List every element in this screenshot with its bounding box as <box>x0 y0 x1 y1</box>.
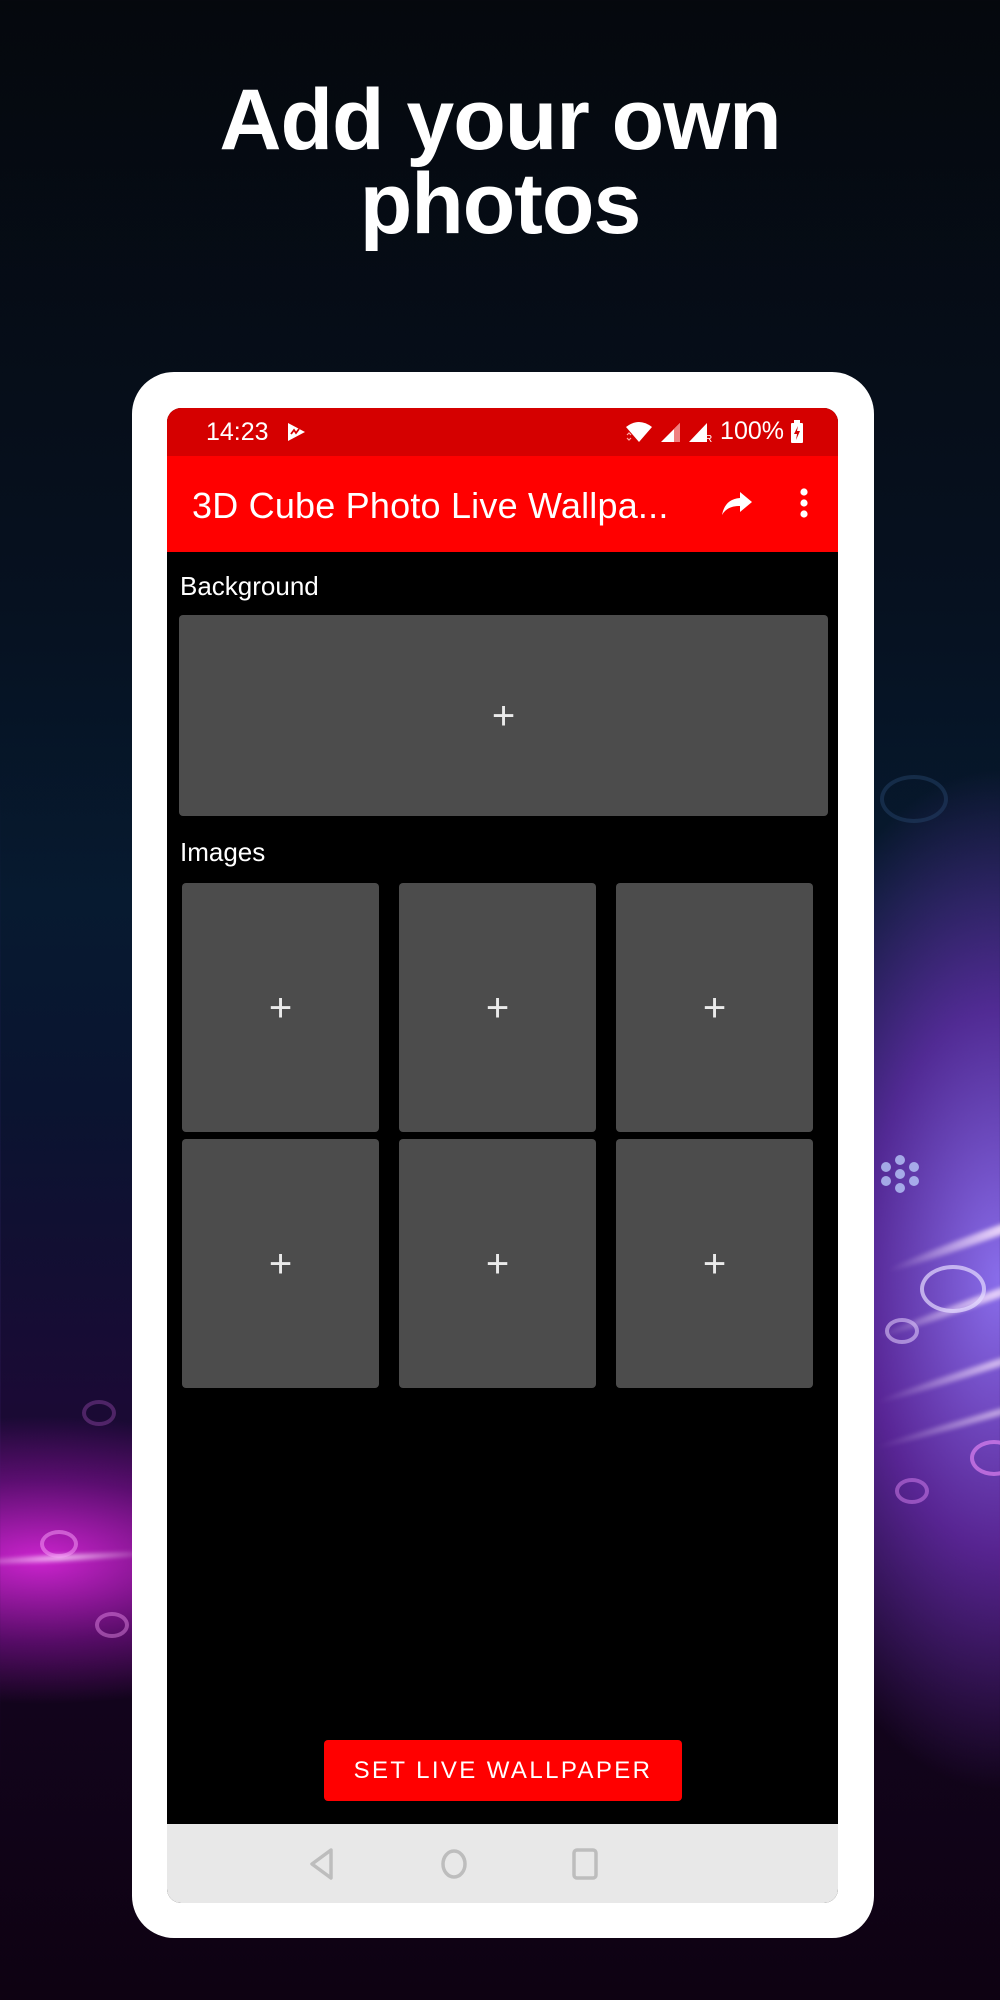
nav-home-button[interactable] <box>430 1840 478 1888</box>
signal-icon <box>661 422 681 442</box>
wifi-icon <box>626 421 653 442</box>
headline-line-2: photos <box>359 156 642 252</box>
images-section-label: Images <box>180 837 266 867</box>
app-bar: 3D Cube Photo Live Wallpa... <box>167 456 838 552</box>
light-streak <box>875 1247 1000 1342</box>
battery-percent: 100% <box>720 417 784 445</box>
plus-icon: + <box>485 1241 510 1286</box>
home-icon <box>441 1849 467 1879</box>
signal-roaming-icon: R <box>689 422 712 443</box>
back-icon <box>310 1848 333 1880</box>
share-icon <box>722 492 752 515</box>
plus-icon: + <box>702 985 727 1030</box>
nav-recents-button[interactable] <box>561 1840 609 1888</box>
headline: Add your own photos <box>0 72 1000 252</box>
plus-icon: + <box>268 985 293 1030</box>
decor-ring <box>920 1265 986 1313</box>
more-vert-icon <box>800 488 808 518</box>
recents-icon <box>572 1848 598 1880</box>
image-slot-3[interactable]: + <box>616 883 813 1132</box>
battery-charging-icon <box>791 419 803 443</box>
decor-ring <box>95 1612 129 1638</box>
background-section-label: Background <box>180 571 319 601</box>
image-slot-5[interactable]: + <box>399 1139 596 1388</box>
app-title: 3D Cube Photo Live Wallpa... <box>192 485 669 526</box>
status-bar: 14:23 R 100% <box>167 408 838 456</box>
flower-decoration <box>881 1155 919 1193</box>
image-slot-2[interactable]: + <box>399 883 596 1132</box>
play-store-icon <box>288 423 305 441</box>
plus-icon: + <box>702 1241 727 1286</box>
set-live-wallpaper-button[interactable]: SET LIVE WALLPAPER <box>324 1740 682 1801</box>
light-streak <box>885 1184 1000 1276</box>
decor-ring <box>970 1440 1000 1476</box>
system-nav-bar <box>167 1824 838 1903</box>
decor-ring <box>885 1318 919 1344</box>
image-slots-grid: + + + + + + <box>182 883 813 1388</box>
decor-ring <box>895 1478 929 1504</box>
decor-ring <box>82 1400 116 1426</box>
decor-ring <box>40 1530 78 1558</box>
svg-text:R: R <box>705 434 712 443</box>
image-slot-1[interactable]: + <box>182 883 379 1132</box>
light-streak <box>873 1375 1000 1452</box>
light-streak <box>874 1321 1000 1407</box>
plus-icon: + <box>491 693 516 738</box>
phone-frame: 14:23 R 100% 3D Cube Photo Live Wallpa..… <box>132 372 874 1938</box>
status-icons: R 100% <box>624 417 804 446</box>
share-button[interactable] <box>715 481 759 525</box>
nav-back-button[interactable] <box>298 1840 346 1888</box>
headline-line-1: Add your own <box>219 72 781 168</box>
status-time: 14:23 <box>206 418 269 446</box>
image-slot-6[interactable]: + <box>616 1139 813 1388</box>
overflow-menu-button[interactable] <box>784 481 824 525</box>
decor-ring <box>880 775 948 823</box>
image-slot-4[interactable]: + <box>182 1139 379 1388</box>
plus-icon: + <box>485 985 510 1030</box>
plus-icon: + <box>268 1241 293 1286</box>
phone-screen: 14:23 R 100% 3D Cube Photo Live Wallpa..… <box>167 408 838 1903</box>
background-image-slot[interactable]: + <box>179 615 828 816</box>
